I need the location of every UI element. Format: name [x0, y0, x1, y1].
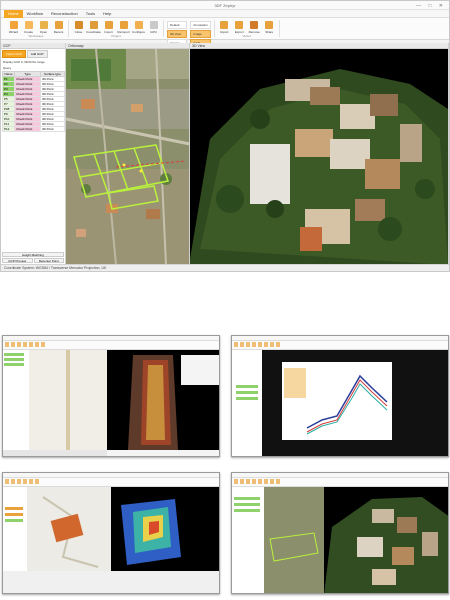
menu-workflow[interactable]: Workflow: [23, 10, 47, 18]
3d-view-panel: 3D View: [190, 43, 449, 265]
create-button[interactable]: Create: [22, 20, 35, 34]
ribbon-group-workspace: Wizard Create Open Recent Workspace: [4, 20, 69, 38]
thumbnail-profile-chart-image: [232, 350, 448, 456]
title-bar: 3DF Zephyr — □ ✕: [1, 1, 449, 10]
recenter-button[interactable]: Recenter Point Cloud: [33, 258, 64, 267]
gcp-panel: GCP Import GCP Add GCP Display GCP in 3D/…: [1, 43, 66, 267]
app-title: 3DF Zephyr: [214, 3, 236, 8]
ribbon-group-name: Workspace: [28, 34, 44, 38]
menu-home[interactable]: Home: [4, 9, 23, 18]
reimport-button[interactable]: Reimport: [117, 20, 130, 34]
gpu-button[interactable]: GPU: [147, 20, 160, 34]
recent-button[interactable]: Recent: [52, 20, 65, 34]
orthomap-panel: Orthomap: [66, 43, 190, 265]
window-toggle-3d-view[interactable]: 3D View: [167, 30, 188, 38]
open-folder-icon: [39, 21, 48, 29]
3d-model-view[interactable]: [190, 49, 448, 265]
window-buttons[interactable]: — □ ✕: [416, 2, 446, 11]
window-toggle-image[interactable]: Image: [190, 30, 211, 38]
recent-icon: [54, 21, 63, 29]
gcp-cell-type: Check Point: [14, 126, 41, 132]
open-button[interactable]: Open: [37, 20, 50, 34]
menu-help[interactable]: Help: [99, 10, 115, 18]
gcp-tabs: Import GCP Add GCP: [1, 49, 65, 59]
table-row[interactable]: P12 Check Point 3D Point: [1, 126, 66, 132]
thumbnail-pointcloud-image: [3, 350, 219, 456]
gcp-preview-button[interactable]: GCP Preview: [2, 258, 33, 263]
configure-button[interactable]: Configure: [132, 20, 145, 34]
thumbnail-dem[interactable]: [2, 472, 220, 594]
thumbnail-3d-view[interactable]: [231, 472, 449, 594]
window-toggle-default[interactable]: Default: [167, 21, 188, 29]
remove-button[interactable]: Remove: [248, 20, 261, 34]
ribbon-group-window: DefaultAnnotation3D ViewImageImagesGCPWi…: [164, 20, 215, 51]
menu-bar: Home Workflow Reconstruction Tools Help: [1, 9, 449, 18]
ribbon: Wizard Create Open Recent Workspace Close Coor…: [1, 18, 449, 51]
menu-tools[interactable]: Tools: [82, 10, 99, 18]
window-toggle-annotation[interactable]: Annotation: [190, 21, 211, 29]
reimport-icon: [119, 21, 128, 29]
gcp-tab-import-gcp[interactable]: Import GCP: [2, 50, 26, 58]
export-button[interactable]: Export: [233, 20, 246, 34]
close-project-icon: [74, 21, 83, 29]
import-button[interactable]: Import: [102, 20, 115, 34]
status-bar: Coordinate System: WGS84 / Transverse Me…: [1, 264, 449, 271]
wizard-icon: [9, 21, 18, 29]
orthomap-image[interactable]: [66, 49, 190, 265]
ribbon-group-vector: Import Export Remove Share Vector: [215, 20, 280, 38]
new-project-icon: [24, 21, 33, 29]
ribbon-group-name: Vector: [242, 34, 251, 38]
wizard-button[interactable]: Wizard: [7, 20, 20, 34]
menu-reconstruction[interactable]: Reconstruction: [47, 10, 82, 18]
gcp-table-body: P1 Check Point 3D Point P2 Check Point 3D Poi…: [1, 76, 66, 132]
thumbnail-pointcloud[interactable]: [2, 335, 220, 457]
gpu-icon: [149, 21, 158, 29]
gcp-table: Name Type Surface type P1 Check Point 3D Poi…: [1, 71, 66, 132]
remove-icon: [250, 21, 259, 29]
coordinate-icon: [89, 21, 98, 29]
share-button[interactable]: Share: [263, 20, 276, 34]
import-icon: [104, 21, 113, 29]
share-icon: [265, 21, 274, 29]
coordinate-button[interactable]: Coordinate: [86, 20, 101, 34]
import-vector-icon: [220, 21, 229, 29]
workspace-panes: GCP Import GCP Add GCP Display GCP in 3D/…: [1, 43, 449, 267]
thumbnail-3d-view-image: [232, 487, 448, 593]
gcp-column-header[interactable]: Name: [1, 71, 16, 77]
ribbon-group-name: Project: [111, 34, 121, 38]
gcp-cell-name: P12: [1, 126, 16, 132]
configure-icon: [134, 21, 143, 29]
ribbon-group-project: Close Coordinate Import Reimport Configure GP…: [69, 20, 164, 38]
close-button[interactable]: Close: [72, 20, 85, 34]
gcp-footer: Height Matching GCP Preview Recenter Poi…: [2, 251, 64, 267]
thumbnail-profile-chart[interactable]: [231, 335, 449, 457]
gcp-column-header[interactable]: Surface type: [39, 71, 66, 77]
gcp-cell-surface: 3D Point: [39, 126, 66, 132]
main-screenshot: 3DF Zephyr — □ ✕ Home Workflow Reconstruct…: [0, 0, 450, 272]
import-button[interactable]: Import: [218, 20, 231, 34]
gcp-tab-add-gcp[interactable]: Add GCP: [26, 50, 48, 58]
thumbnail-dem-image: [3, 487, 219, 593]
export-vector-icon: [235, 21, 244, 29]
